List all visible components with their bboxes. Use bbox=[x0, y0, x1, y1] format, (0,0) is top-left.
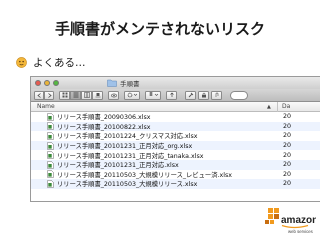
gear-icon bbox=[127, 92, 137, 98]
excel-file-icon bbox=[47, 132, 54, 140]
excel-file-icon bbox=[47, 170, 54, 179]
toolbar bbox=[31, 89, 320, 102]
clip-tool-button[interactable] bbox=[211, 90, 222, 100]
list-icon bbox=[73, 92, 78, 98]
file-date: 20 bbox=[283, 170, 292, 178]
file-row[interactable]: リリース手順書_20090306.xlsx 20 bbox=[31, 112, 320, 122]
logo-tagline: web services bbox=[288, 229, 313, 234]
coverflow-icon bbox=[95, 93, 100, 98]
folder-icon bbox=[107, 79, 117, 87]
file-name: リリース手順書_20101224_クリスマス対応.xlsx bbox=[57, 133, 198, 141]
file-row[interactable]: リリース手順書_20110503_大規模リリース_レビュー済.xlsx 20 bbox=[31, 170, 320, 180]
window-titlebar[interactable]: 手順書 bbox=[31, 77, 320, 89]
grid-icon bbox=[62, 92, 67, 98]
back-button[interactable] bbox=[34, 90, 44, 100]
coverflow-view-button[interactable] bbox=[92, 90, 103, 100]
file-date: 20 bbox=[283, 122, 292, 130]
file-name: リリース手順書_20110503_大規模リリース_レビュー済.xlsx bbox=[57, 171, 232, 179]
name-column-header[interactable]: Name bbox=[31, 103, 267, 110]
file-row[interactable]: リリース手順書_20110503_大規模リリース.xlsx 20 bbox=[31, 179, 320, 189]
quicklook-button[interactable] bbox=[108, 90, 119, 100]
forward-button[interactable] bbox=[44, 90, 54, 100]
logo-wordmark: amazon bbox=[281, 215, 316, 226]
file-row[interactable]: リリース手順書_20101231_正月対応_org.xlsx 20 bbox=[31, 140, 320, 151]
eye-icon bbox=[110, 93, 117, 97]
sort-indicator-icon: ▲ bbox=[267, 103, 271, 110]
file-row[interactable]: リリース手順書_20101231_正月対応.xlsx 20 bbox=[31, 159, 320, 170]
columns-icon bbox=[83, 92, 90, 98]
window-controls bbox=[35, 80, 59, 86]
excel-file-icon bbox=[47, 180, 54, 188]
window-title-group: 手順書 bbox=[107, 78, 140, 88]
file-date: 20 bbox=[283, 113, 292, 121]
upload-arrow-icon bbox=[169, 92, 174, 97]
back-arrow-icon bbox=[36, 92, 41, 98]
list-view-button[interactable] bbox=[70, 90, 81, 100]
hammer-tool-button[interactable] bbox=[185, 90, 196, 100]
dropbox-icon bbox=[148, 92, 158, 96]
forward-arrow-icon bbox=[47, 92, 52, 98]
file-name: リリース手順書_20101231_正月対応_org.xlsx bbox=[57, 143, 193, 151]
minimize-button[interactable] bbox=[44, 80, 50, 86]
lock-icon bbox=[201, 92, 206, 98]
close-button[interactable] bbox=[35, 80, 41, 86]
excel-file-icon bbox=[47, 161, 54, 169]
file-row[interactable]: リリース手順書_20101224_クリスマス対応.xlsx 20 bbox=[31, 131, 320, 141]
file-name: リリース手順書_20101231_正月対応_tanaka.xlsx bbox=[57, 152, 204, 160]
excel-file-icon bbox=[47, 113, 54, 121]
file-list: リリース手順書_20090306.xlsx 20 リリース手順書_2010082… bbox=[31, 112, 320, 189]
slide-title: 手順書がメンテされないリスク bbox=[54, 20, 265, 38]
finder-window: 手順書 Name ▲ Da リリース手順書_20090306.xlsx 20 リ… bbox=[30, 76, 320, 202]
hammer-icon bbox=[188, 92, 193, 98]
file-name: リリース手順書_20090306.xlsx bbox=[57, 114, 151, 122]
upload-button[interactable] bbox=[166, 90, 177, 100]
amazon-web-services-logo: amazon web services bbox=[265, 208, 316, 234]
icon-view-button[interactable] bbox=[59, 90, 70, 100]
column-header: Name ▲ Da bbox=[31, 101, 320, 112]
excel-file-icon bbox=[47, 141, 54, 150]
action-menu-button[interactable] bbox=[124, 90, 140, 100]
bullet-text: よくある… bbox=[33, 57, 86, 69]
column-view-button[interactable] bbox=[81, 90, 92, 100]
zoom-button[interactable] bbox=[53, 80, 59, 86]
excel-file-icon bbox=[47, 122, 54, 131]
file-date: 20 bbox=[283, 132, 292, 140]
file-date: 20 bbox=[283, 151, 292, 159]
file-row[interactable]: リリース手順書_20100822.xlsx 20 bbox=[31, 121, 320, 132]
view-buttons bbox=[59, 90, 103, 100]
nav-buttons bbox=[34, 90, 54, 100]
share-button[interactable] bbox=[145, 90, 161, 100]
excel-file-icon bbox=[47, 151, 54, 159]
file-date: 20 bbox=[283, 180, 292, 188]
search-field[interactable] bbox=[230, 90, 248, 100]
file-date: 20 bbox=[283, 161, 292, 169]
file-name: リリース手順書_20101231_正月対応.xlsx bbox=[57, 162, 179, 170]
paperclip-icon bbox=[215, 92, 218, 97]
bullet-item: よくある… bbox=[16, 55, 86, 70]
lock-tool-button[interactable] bbox=[198, 90, 209, 100]
date-column-header[interactable]: Da bbox=[277, 101, 290, 112]
slide: 手順書がメンテされないリスク よくある… 手順書 Name ▲ Da リリース手… bbox=[0, 0, 320, 240]
file-name: リリース手順書_20100822.xlsx bbox=[57, 123, 151, 131]
file-name: リリース手順書_20110503_大規模リリース.xlsx bbox=[57, 181, 198, 189]
file-date: 20 bbox=[283, 142, 292, 150]
window-title: 手順書 bbox=[120, 80, 140, 88]
file-row[interactable]: リリース手順書_20101231_正月対応_tanaka.xlsx 20 bbox=[31, 150, 320, 160]
face-bullet-icon bbox=[16, 57, 27, 68]
